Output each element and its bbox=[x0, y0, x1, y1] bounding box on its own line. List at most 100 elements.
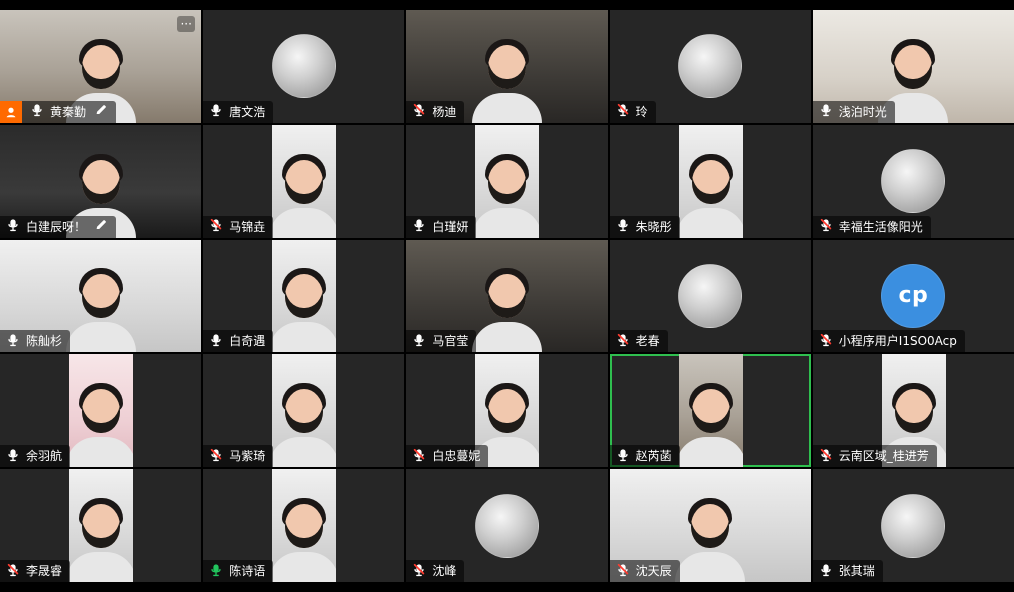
participant-name: 沈天辰 bbox=[635, 564, 672, 578]
mic-muted-icon bbox=[209, 218, 223, 235]
participant-tile[interactable]: 白瑾妍 bbox=[406, 124, 608, 238]
mic-muted-icon bbox=[412, 563, 426, 580]
person-silhouette bbox=[475, 152, 540, 238]
participant-tile[interactable]: 马官莹 bbox=[406, 239, 608, 353]
participant-name: 浅泊时光 bbox=[838, 104, 887, 119]
mic-muted-icon bbox=[616, 333, 630, 350]
participant-tile[interactable]: 玲 bbox=[609, 10, 811, 123]
participant-tile[interactable]: 赵芮菡 bbox=[609, 354, 811, 468]
participant-name-tag: 李晟睿 bbox=[0, 560, 71, 582]
participant-tile[interactable]: 李晟睿 bbox=[0, 469, 202, 582]
edit-name-icon[interactable] bbox=[92, 103, 108, 120]
participant-tile[interactable]: ··· 黄秦勤 bbox=[0, 10, 202, 123]
person-silhouette bbox=[471, 37, 542, 123]
participant-tile[interactable]: 白忠蔓妮 bbox=[406, 354, 608, 468]
mic-icon bbox=[209, 333, 223, 350]
participant-avatar: cp bbox=[881, 263, 946, 328]
mic-icon bbox=[412, 333, 426, 350]
face-shape bbox=[285, 504, 324, 548]
participant-tile[interactable]: 浅泊时光 bbox=[812, 10, 1014, 123]
participant-tile[interactable]: 杨迪 bbox=[406, 10, 608, 123]
face-shape bbox=[691, 504, 730, 548]
participant-tile[interactable]: 马紫琦 bbox=[203, 354, 405, 468]
person-silhouette bbox=[69, 381, 133, 468]
participant-name-tag: 白瑾妍 bbox=[406, 215, 477, 238]
mic-icon bbox=[6, 333, 20, 350]
participant-name-tag: 唐文浩 bbox=[203, 100, 274, 123]
participant-video bbox=[272, 354, 337, 468]
person-silhouette bbox=[678, 152, 743, 238]
participant-name-tag: 云南区域_桂进芳 bbox=[812, 445, 937, 468]
person-silhouette bbox=[65, 266, 136, 353]
participant-name: 马官莹 bbox=[432, 334, 469, 349]
participant-tile[interactable]: 白奇遇 bbox=[203, 239, 405, 353]
mic-muted-icon bbox=[412, 448, 426, 465]
participant-tile[interactable]: 沈天辰 bbox=[609, 469, 811, 582]
shirt-shape bbox=[675, 552, 746, 582]
participant-name: 余羽航 bbox=[26, 449, 63, 464]
shirt-shape bbox=[65, 322, 136, 353]
participant-video bbox=[272, 124, 337, 238]
mic-icon bbox=[412, 218, 426, 235]
participant-name: 杨迪 bbox=[432, 104, 457, 119]
participant-video bbox=[272, 239, 337, 353]
participant-name-tag: 沈峰 bbox=[406, 560, 465, 582]
participant-name-tag: 张其瑞 bbox=[812, 560, 883, 582]
shirt-shape bbox=[272, 437, 337, 468]
person-silhouette bbox=[272, 266, 337, 353]
mic-muted-icon bbox=[209, 448, 223, 465]
participant-name-tag: 白建辰呀！ bbox=[0, 215, 117, 238]
edit-name-icon[interactable] bbox=[92, 218, 108, 235]
participant-name: 白建辰呀！ bbox=[26, 219, 87, 234]
participant-name-tag: 朱晓彤 bbox=[609, 215, 680, 238]
participant-avatar bbox=[678, 34, 743, 99]
mic-icon bbox=[6, 218, 20, 235]
participant-name-tag: 浅泊时光 bbox=[812, 100, 895, 123]
participant-name: 沈峰 bbox=[432, 564, 457, 578]
participant-name-tag: 白奇遇 bbox=[203, 330, 274, 353]
mic-icon bbox=[6, 448, 20, 465]
shirt-shape bbox=[272, 322, 337, 353]
participant-name: 张其瑞 bbox=[838, 564, 875, 578]
participant-avatar bbox=[271, 34, 336, 99]
participant-tile[interactable]: 老春 bbox=[609, 239, 811, 353]
participant-avatar bbox=[474, 493, 539, 558]
participant-video bbox=[69, 469, 133, 582]
mic-muted-icon bbox=[412, 103, 426, 120]
participant-tile[interactable]: 陈舢杉 bbox=[0, 239, 202, 353]
participant-tile[interactable]: 幸福生活像阳光 bbox=[812, 124, 1014, 238]
shirt-shape bbox=[69, 552, 133, 582]
shirt-shape bbox=[475, 207, 540, 238]
participant-tile[interactable]: 张其瑞 bbox=[812, 469, 1014, 582]
participant-tile[interactable]: 马锦垚 bbox=[203, 124, 405, 238]
participant-tile[interactable]: 陈诗语 bbox=[203, 469, 405, 582]
participant-tile[interactable]: 朱晓彤 bbox=[609, 124, 811, 238]
participant-name: 朱晓彤 bbox=[635, 219, 672, 234]
participant-name-tag: 陈诗语 bbox=[203, 560, 274, 582]
participant-avatar bbox=[881, 493, 946, 558]
participant-name-tag: 老春 bbox=[609, 330, 668, 353]
participant-tile[interactable]: 余羽航 bbox=[0, 354, 202, 468]
participant-name: 幸福生活像阳光 bbox=[838, 219, 923, 234]
participant-name-tag: 黄秦勤 bbox=[0, 100, 117, 123]
participant-name-tag: 余羽航 bbox=[0, 445, 71, 468]
participant-name-tag: 马紫琦 bbox=[203, 445, 274, 468]
participant-tile[interactable]: 唐文浩 bbox=[203, 10, 405, 123]
participant-name-tag: 白忠蔓妮 bbox=[406, 445, 489, 468]
participant-tile[interactable]: 沈峰 bbox=[406, 469, 608, 582]
participant-name: 赵芮菡 bbox=[635, 449, 672, 464]
mic-icon bbox=[819, 563, 833, 580]
shirt-shape bbox=[678, 437, 743, 468]
participant-video bbox=[475, 124, 540, 238]
participant-tile[interactable]: 白建辰呀！ bbox=[0, 124, 202, 238]
participant-avatar bbox=[881, 149, 946, 214]
face-shape bbox=[82, 504, 120, 548]
participant-name: 白忠蔓妮 bbox=[432, 449, 481, 464]
person-silhouette bbox=[272, 152, 337, 238]
participant-tile[interactable]: cp 小程序用户I1SO0Acp bbox=[812, 239, 1014, 353]
mic-icon bbox=[616, 218, 630, 235]
host-icon bbox=[0, 100, 22, 123]
tile-more-button[interactable]: ··· bbox=[177, 16, 196, 32]
participant-tile[interactable]: 云南区域_桂进芳 bbox=[812, 354, 1014, 468]
mic-icon bbox=[30, 103, 44, 120]
